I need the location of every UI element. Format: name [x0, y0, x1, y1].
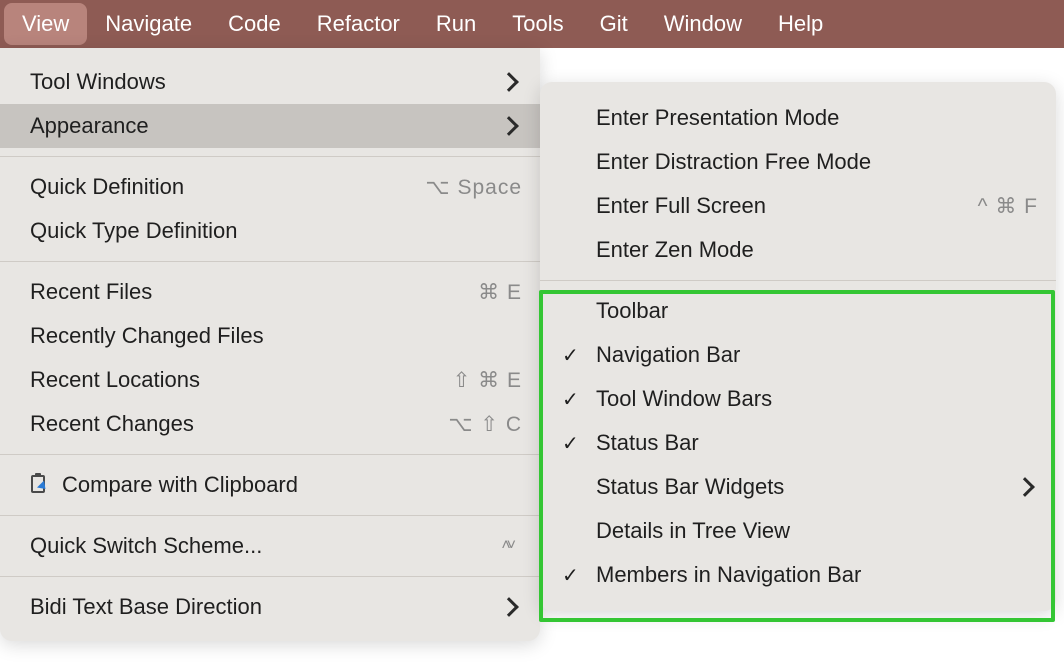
menu-item-label: Bidi Text Base Direction — [30, 594, 502, 620]
keyboard-shortcut: ^ ⌘ F — [978, 194, 1038, 219]
compare-clipboard-icon — [28, 473, 52, 497]
menu-label: Help — [778, 11, 823, 36]
menu-item-compare-clipboard[interactable]: Compare with Clipboard — [0, 463, 540, 507]
menu-item-label: Quick Type Definition — [30, 218, 522, 244]
menu-item-label: Appearance — [30, 113, 502, 139]
menu-item-recent-changes[interactable]: Recent Changes ⌥ ⇧ C — [0, 402, 540, 446]
check-icon: ✓ — [562, 343, 579, 368]
chevron-right-icon — [499, 116, 519, 136]
menubar: View Navigate Code Refactor Run Tools Gi… — [0, 0, 1064, 48]
menu-separator — [540, 280, 1056, 281]
appearance-submenu: Enter Presentation Mode Enter Distractio… — [540, 82, 1056, 611]
menu-item-label: Status Bar — [596, 430, 1038, 456]
chevron-right-icon — [499, 597, 519, 617]
submenu-item-status-bar[interactable]: ✓ Status Bar — [540, 421, 1056, 465]
submenu-item-toolbar[interactable]: Toolbar — [540, 289, 1056, 333]
menu-separator — [0, 515, 540, 516]
menu-separator — [0, 156, 540, 157]
submenu-item-tool-window-bars[interactable]: ✓ Tool Window Bars — [540, 377, 1056, 421]
submenu-item-full-screen[interactable]: Enter Full Screen ^ ⌘ F — [540, 184, 1056, 228]
menu-item-label: Enter Zen Mode — [596, 237, 1038, 263]
menu-item-recent-files[interactable]: Recent Files ⌘ E — [0, 270, 540, 314]
menubar-item-git[interactable]: Git — [582, 3, 646, 45]
menu-separator — [0, 576, 540, 577]
menu-item-label: Recently Changed Files — [30, 323, 522, 349]
menu-item-label: Enter Presentation Mode — [596, 105, 1038, 131]
keyboard-shortcut: ⌥ Space — [425, 175, 522, 200]
menubar-item-tools[interactable]: Tools — [494, 3, 581, 45]
menu-item-label: Compare with Clipboard — [62, 472, 522, 498]
chevron-right-icon — [1015, 477, 1035, 497]
submenu-item-presentation-mode[interactable]: Enter Presentation Mode — [540, 96, 1056, 140]
submenu-item-distraction-free[interactable]: Enter Distraction Free Mode — [540, 140, 1056, 184]
menu-item-label: Recent Locations — [30, 367, 453, 393]
menu-item-label: Tool Windows — [30, 69, 502, 95]
submenu-item-zen-mode[interactable]: Enter Zen Mode — [540, 228, 1056, 272]
menu-label: Code — [228, 11, 281, 36]
menu-item-recent-locations[interactable]: Recent Locations ⇧ ⌘ E — [0, 358, 540, 402]
menubar-item-help[interactable]: Help — [760, 3, 841, 45]
menu-item-label: Details in Tree View — [596, 518, 1038, 544]
menu-label: Tools — [512, 11, 563, 36]
menu-separator — [0, 454, 540, 455]
menu-label: Git — [600, 11, 628, 36]
check-icon: ✓ — [562, 431, 579, 456]
menu-item-label: Quick Switch Scheme... — [30, 533, 501, 559]
check-icon: ✓ — [562, 563, 579, 588]
menu-label: View — [22, 11, 69, 36]
submenu-item-members-nav-bar[interactable]: ✓ Members in Navigation Bar — [540, 553, 1056, 597]
menu-item-label: Recent Files — [30, 279, 478, 305]
keyboard-shortcut: ⌘ E — [478, 280, 522, 305]
menu-label: Navigate — [105, 11, 192, 36]
menubar-item-code[interactable]: Code — [210, 3, 299, 45]
menu-label: Window — [664, 11, 742, 36]
menu-separator — [0, 261, 540, 262]
menu-label: Refactor — [317, 11, 400, 36]
keyboard-shortcut: ⇧ ⌘ E — [453, 368, 522, 393]
menubar-item-navigate[interactable]: Navigate — [87, 3, 210, 45]
menu-item-quick-switch-scheme[interactable]: Quick Switch Scheme... ˄˅ — [0, 524, 540, 568]
menu-item-label: Navigation Bar — [596, 342, 1038, 368]
menu-label: Run — [436, 11, 476, 36]
keyboard-shortcut: ⌥ ⇧ C — [448, 412, 522, 437]
menu-item-label: Tool Window Bars — [596, 386, 1038, 412]
menu-item-label: Toolbar — [596, 298, 1038, 324]
chevron-right-icon — [499, 72, 519, 92]
menubar-item-window[interactable]: Window — [646, 3, 760, 45]
submenu-item-details-tree-view[interactable]: Details in Tree View — [540, 509, 1056, 553]
menu-item-quick-type-definition[interactable]: Quick Type Definition — [0, 209, 540, 253]
menu-item-label: Members in Navigation Bar — [596, 562, 1038, 588]
updown-icon: ˄˅ — [501, 537, 512, 555]
menubar-item-refactor[interactable]: Refactor — [299, 3, 418, 45]
check-icon: ✓ — [562, 387, 579, 412]
menubar-item-view[interactable]: View — [4, 3, 87, 45]
submenu-item-navigation-bar[interactable]: ✓ Navigation Bar — [540, 333, 1056, 377]
menubar-item-run[interactable]: Run — [418, 3, 494, 45]
menu-item-label: Recent Changes — [30, 411, 448, 437]
menu-item-label: Status Bar Widgets — [596, 474, 1018, 500]
menu-item-appearance[interactable]: Appearance — [0, 104, 540, 148]
menu-item-label: Enter Full Screen — [596, 193, 978, 219]
menu-item-bidi-text[interactable]: Bidi Text Base Direction — [0, 585, 540, 629]
menu-item-label: Enter Distraction Free Mode — [596, 149, 1038, 175]
submenu-item-status-bar-widgets[interactable]: Status Bar Widgets — [540, 465, 1056, 509]
view-dropdown: Tool Windows Appearance Quick Definition… — [0, 48, 540, 641]
menu-item-quick-definition[interactable]: Quick Definition ⌥ Space — [0, 165, 540, 209]
menu-item-tool-windows[interactable]: Tool Windows — [0, 60, 540, 104]
menu-item-label: Quick Definition — [30, 174, 425, 200]
menu-item-recently-changed-files[interactable]: Recently Changed Files — [0, 314, 540, 358]
